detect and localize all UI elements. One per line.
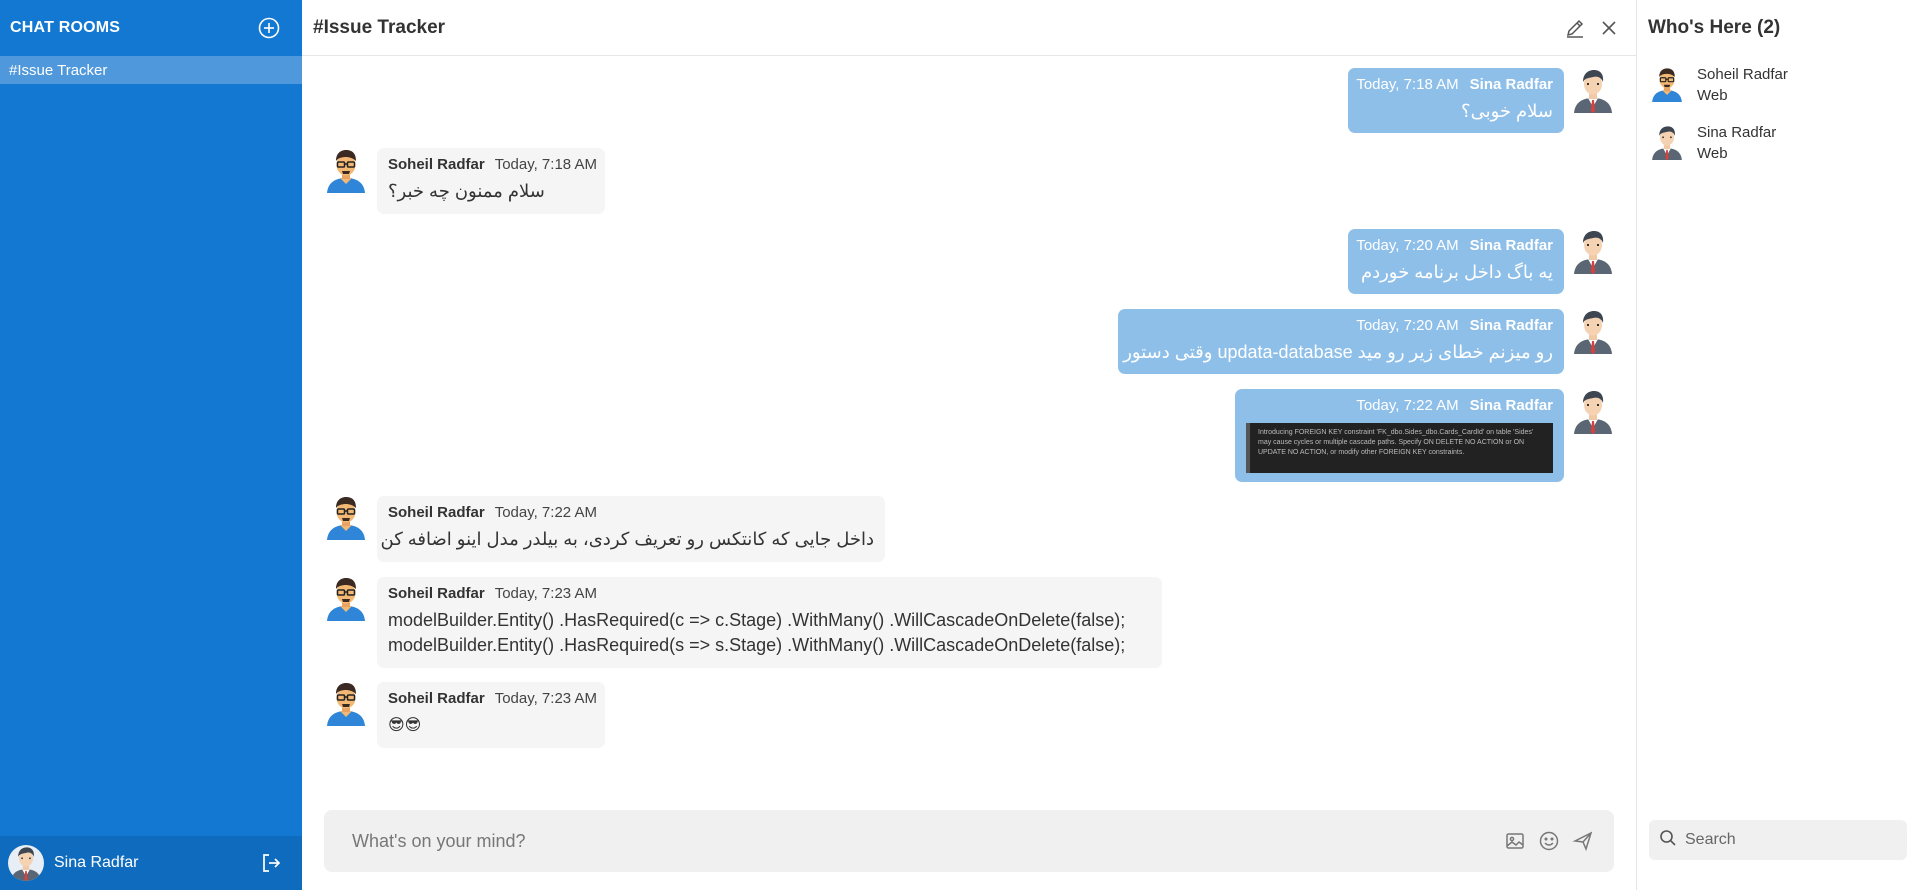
participant-name: Sina Radfar (1697, 124, 1777, 141)
message-input[interactable] (352, 830, 1498, 852)
avatar (1570, 228, 1616, 274)
participant-search (1649, 820, 1907, 860)
image-icon[interactable] (1498, 824, 1532, 858)
search-icon (1659, 829, 1677, 852)
message-bubble: Today, 7:18 AM Sina Radfar سلام خوبی؟ (1348, 68, 1564, 133)
sidebar-item-label: #Issue Tracker (9, 61, 108, 79)
avatar (8, 845, 44, 881)
chat-header: #Issue Tracker (302, 0, 1636, 56)
participant-item[interactable]: Soheil Radfar Web (1649, 64, 1788, 106)
page-title: #Issue Tracker (313, 16, 446, 38)
message-text: سلام خوبی؟ (1461, 101, 1553, 121)
message-bubble: Soheil Radfar Today, 7:23 AM modelBuilder… (377, 577, 1162, 668)
participant-item[interactable]: Sina Radfar Web (1649, 122, 1776, 164)
message-composer (324, 810, 1614, 872)
message-author: Sina Radfar (1469, 76, 1553, 93)
message-time: Today, 7:18 AM (1356, 76, 1459, 93)
code-line: modelBuilder.Entity() .HasRequired(c => … (388, 610, 1126, 630)
plus-circle-icon[interactable] (256, 15, 282, 41)
smiley-icon[interactable] (1532, 824, 1566, 858)
message-time: Today, 7:22 AM (1356, 397, 1459, 414)
avatar (323, 147, 369, 193)
sidebar-header: CHAT ROOMS (0, 0, 302, 56)
current-user-bar: Sina Radfar (0, 836, 302, 890)
message-bubble: Today, 7:22 AM Sina Radfar Introducing FO… (1235, 389, 1564, 482)
avatar (1649, 122, 1685, 162)
message-author: Soheil Radfar (388, 690, 485, 707)
message-author: Soheil Radfar (388, 585, 485, 602)
message-author: Soheil Radfar (388, 504, 485, 521)
logout-icon[interactable] (258, 850, 284, 876)
message-time: Today, 7:20 AM (1356, 317, 1459, 334)
message-text: سلام ممنون چه خبر؟ (388, 181, 545, 201)
message-author: Soheil Radfar (388, 156, 485, 173)
message-bubble: Today, 7:20 AM Sina Radfar رو میزنم خطای … (1118, 309, 1564, 374)
avatar (323, 680, 369, 726)
message-bubble: Soheil Radfar Today, 7:22 AM داخل جایی که… (377, 496, 885, 562)
message-author: Sina Radfar (1469, 397, 1553, 414)
message-time: Today, 7:23 AM (494, 690, 597, 707)
attached-image[interactable]: Introducing FOREIGN KEY constraint 'FK_d… (1246, 423, 1553, 473)
sidebar-title: CHAT ROOMS (10, 19, 121, 36)
sidebar: CHAT ROOMS #Issue Tracker Sina Radfar (0, 0, 302, 890)
participants-panel: Who's Here (2) Soheil Radfar Web Sina Ra… (1636, 0, 1918, 890)
message-text: یه باگ داخل برنامه خوردم (1360, 262, 1553, 282)
current-user-name: Sina Radfar (54, 854, 139, 871)
participants-title: Who's Here (2) (1648, 17, 1781, 38)
message-text: رو میزنم خطای زیر رو مید updata-database… (1123, 342, 1553, 362)
send-icon[interactable] (1566, 824, 1600, 858)
pencil-icon[interactable] (1558, 11, 1592, 45)
message-author: Sina Radfar (1469, 317, 1553, 334)
search-input[interactable] (1685, 831, 1885, 849)
participant-status: Web (1697, 87, 1728, 104)
avatar (323, 494, 369, 540)
avatar (323, 575, 369, 621)
message-time: Today, 7:18 AM (494, 156, 597, 173)
message-time: Today, 7:22 AM (494, 504, 597, 521)
message-time: Today, 7:23 AM (494, 585, 597, 602)
avatar (1570, 388, 1616, 434)
avatar (1570, 67, 1616, 113)
message-author: Sina Radfar (1469, 237, 1553, 254)
code-line: modelBuilder.Entity() .HasRequired(s => … (388, 635, 1126, 655)
chat-panel: #Issue Tracker Today, 7:18 AM Sina Radfar… (302, 0, 1636, 890)
close-icon[interactable] (1592, 11, 1626, 45)
avatar (1649, 64, 1685, 104)
message-text: داخل جایی که کانتکس رو تعریف کردی، به بی… (380, 529, 875, 549)
participant-status: Web (1697, 145, 1728, 162)
sidebar-item-issue-tracker[interactable]: #Issue Tracker (0, 56, 302, 84)
message-bubble: Today, 7:20 AM Sina Radfar یه باگ داخل بر… (1348, 229, 1564, 294)
participant-name: Soheil Radfar (1697, 66, 1788, 83)
message-text: 😎😎 (388, 717, 422, 734)
avatar (1570, 308, 1616, 354)
message-time: Today, 7:20 AM (1356, 237, 1459, 254)
message-bubble: Soheil Radfar Today, 7:18 AM سلام ممنون چ… (377, 148, 605, 214)
message-bubble: Soheil Radfar Today, 7:23 AM 😎😎 (377, 682, 605, 748)
